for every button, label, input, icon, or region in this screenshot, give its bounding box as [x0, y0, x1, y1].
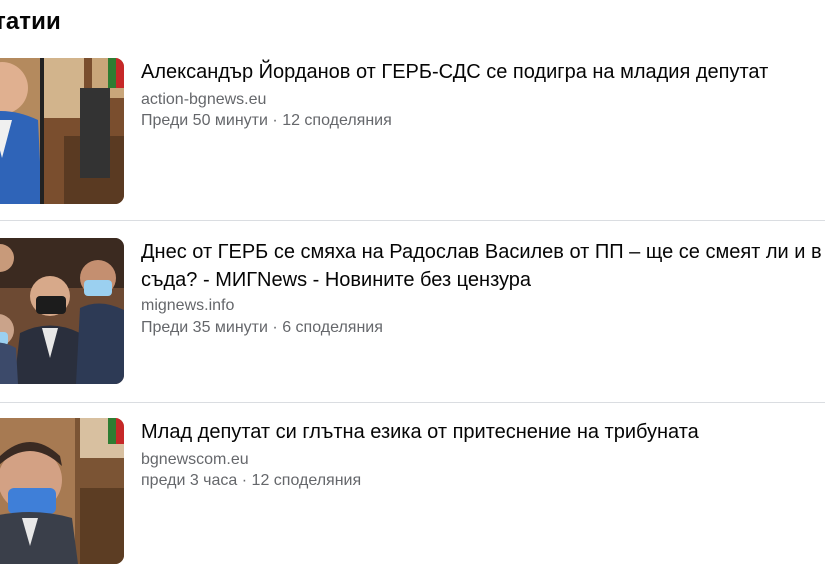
divider [0, 402, 825, 403]
article-headline[interactable]: Днес от ГЕРБ се смяха на Радослав Василе… [141, 238, 825, 294]
article-card[interactable]: Млад депутат си глътна езика от притесне… [0, 418, 825, 583]
article-card[interactable]: Днес от ГЕРБ се смяха на Радослав Василе… [0, 238, 825, 403]
article-headline[interactable]: Млад депутат си глътна езика от притесне… [141, 418, 825, 446]
article-shares: 12 споделяния [251, 472, 362, 489]
article-card[interactable]: Александър Йорданов от ГЕРБ-СДС се подиг… [0, 58, 825, 223]
meta-separator: · [241, 472, 248, 489]
meta-separator: · [272, 319, 278, 336]
article-time: Преди 35 минути [141, 319, 268, 336]
meta-separator: · [272, 112, 278, 129]
article-meta: Преди 35 минути · 6 споделяния [141, 318, 383, 338]
article-source: action-bgnews.eu [141, 91, 267, 108]
parliament-photo-2 [0, 238, 124, 384]
article-headline[interactable]: Александър Йорданов от ГЕРБ-СДС се подиг… [141, 58, 825, 86]
article-thumbnail[interactable] [0, 418, 124, 564]
article-thumbnail[interactable] [0, 58, 124, 204]
article-thumbnail[interactable] [0, 238, 124, 384]
article-shares: 6 споделяния [282, 319, 383, 336]
article-meta: Преди 50 минути · 12 споделяния [141, 111, 392, 131]
article-time: преди 3 часа [141, 472, 238, 489]
divider [0, 220, 825, 221]
parliament-photo-3 [0, 418, 124, 564]
section-title: татии [0, 8, 61, 35]
article-shares: 12 споделяния [282, 112, 392, 129]
article-source: bgnewscom.eu [141, 451, 249, 468]
article-time: Преди 50 минути [141, 112, 268, 129]
article-meta: преди 3 часа · 12 споделяния [141, 471, 361, 491]
parliament-photo-1 [0, 58, 124, 204]
article-source: mignews.info [141, 297, 235, 314]
